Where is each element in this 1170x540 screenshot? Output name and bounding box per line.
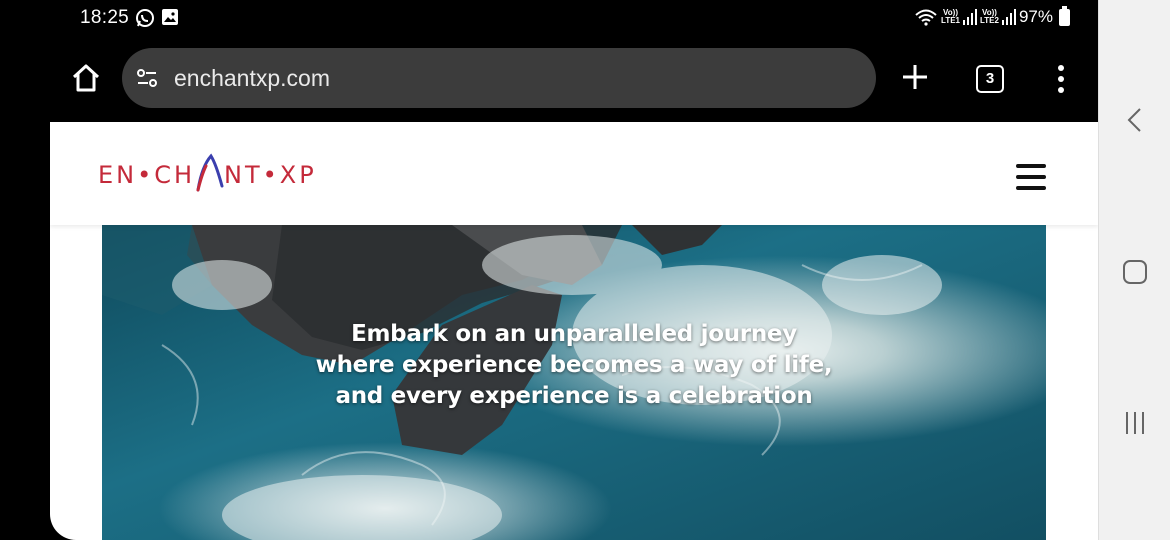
more-vert-icon[interactable]	[1053, 64, 1069, 94]
sim1-volte-label: Vo)) LTE1	[941, 8, 960, 25]
signal-icon	[963, 9, 977, 25]
whatsapp-icon	[136, 9, 154, 27]
home-square-icon[interactable]	[1119, 256, 1151, 288]
site-logo[interactable]: EN•CH NT•XP	[98, 150, 334, 194]
home-icon[interactable]	[68, 60, 104, 96]
hero-line: Embark on an unparalleled journey	[351, 321, 797, 347]
tab-switcher-button[interactable]: 3	[976, 65, 1004, 93]
wifi-icon	[915, 9, 937, 26]
browser-toolbar: enchantxp.com 3	[0, 38, 1098, 122]
site-header: EN•CH NT•XP	[50, 122, 1098, 225]
logo-text-right: NT•XP	[224, 161, 317, 189]
hamburger-menu-icon[interactable]	[1016, 164, 1046, 192]
signal-icon	[1001, 9, 1016, 25]
battery-icon	[1059, 5, 1070, 26]
image-icon	[162, 9, 178, 25]
tune-icon[interactable]	[134, 65, 160, 91]
notification-icons	[135, 8, 179, 28]
status-indicators: Vo)) LTE1 Vo)) LTE2 97%	[914, 5, 1070, 27]
battery-percent: 97%	[1018, 7, 1053, 26]
hero-tagline: Embark on an unparalleled journey where …	[102, 319, 1046, 412]
status-bar: 18:25 Vo)) LTE1 Vo)) LTE2 97%	[0, 0, 1098, 38]
logo-text-left: EN•CH	[98, 161, 195, 189]
address-bar[interactable]: enchantxp.com	[122, 48, 876, 108]
recents-icon[interactable]	[1119, 407, 1151, 439]
back-icon[interactable]	[1119, 104, 1151, 136]
sim2-volte-label: Vo)) LTE2	[980, 8, 999, 25]
hero-line: where experience becomes a way of life,	[315, 352, 833, 378]
plus-icon[interactable]	[900, 62, 930, 92]
url-text: enchantxp.com	[174, 64, 330, 91]
web-page: EN•CH NT•XP Embark on an unparalleled jo…	[50, 122, 1098, 540]
system-navigation-bar	[1098, 0, 1170, 540]
hero-line: and every experience is a celebration	[335, 383, 813, 409]
status-time: 18:25	[80, 7, 130, 28]
hero-video: Embark on an unparalleled journey where …	[102, 225, 1046, 540]
